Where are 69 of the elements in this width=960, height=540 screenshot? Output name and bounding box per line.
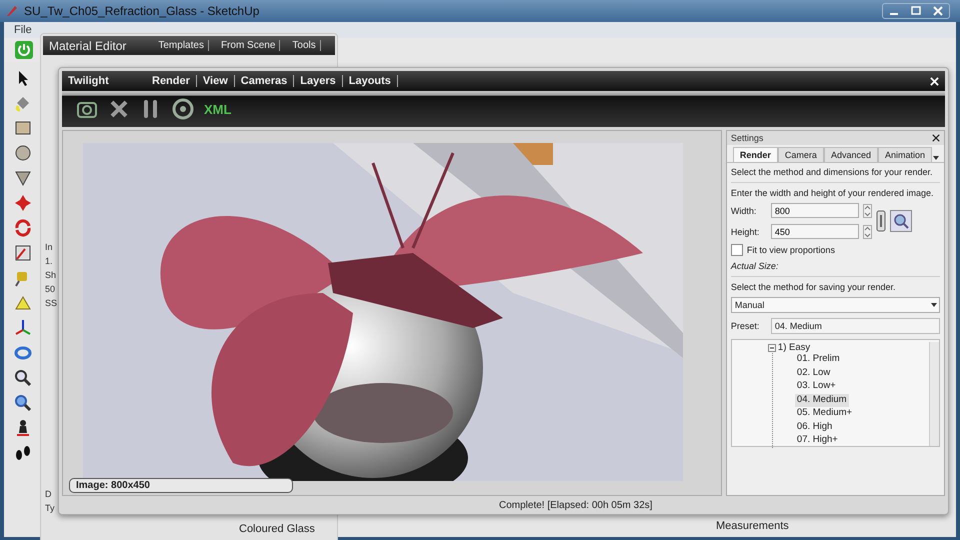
circle-icon[interactable] <box>13 143 33 163</box>
app-logo-icon <box>6 5 18 17</box>
tree-item[interactable]: 07. High+ <box>794 434 840 448</box>
link-icon[interactable] <box>876 210 886 232</box>
window-title: SU_Tw_Ch05_Refraction_Glass - SketchUp <box>24 4 260 18</box>
tree-item[interactable]: 1) Easy <box>778 342 810 353</box>
close-icon[interactable] <box>932 134 940 142</box>
spinner-icon[interactable] <box>862 204 872 218</box>
zoom-window-icon[interactable] <box>13 393 33 413</box>
menu-item[interactable]: Templates <box>154 40 209 51</box>
field-label: Preset: <box>730 321 760 331</box>
panel-title: Settings <box>730 133 764 143</box>
collapse-icon[interactable] <box>768 344 776 352</box>
move-icon[interactable] <box>13 193 33 213</box>
tree-item[interactable]: 04. Medium <box>794 394 849 407</box>
field-label: D <box>45 489 52 501</box>
field-label: Height: <box>730 226 760 236</box>
footprints-icon[interactable] <box>13 443 33 463</box>
instruction-text: Select the method and dimensions for your render. <box>730 167 934 177</box>
tab[interactable]: Advanced <box>824 147 878 162</box>
cancel-icon[interactable] <box>108 98 130 120</box>
zoom-icon[interactable] <box>890 210 912 232</box>
field-label: SS <box>45 298 58 310</box>
render-status: Complete! [Elapsed: 00h 05m 32s] <box>499 500 652 510</box>
number-field[interactable]: 800 <box>770 203 859 218</box>
actual-size-label: Actual Size: <box>730 261 780 271</box>
tree-item[interactable]: 02. Low <box>794 366 832 380</box>
rotate-icon[interactable] <box>13 218 33 238</box>
tab[interactable]: Render <box>732 147 778 162</box>
measurements-label: Measurements <box>716 520 789 532</box>
tree-item[interactable]: 03. Low+ <box>794 380 838 394</box>
power-icon[interactable] <box>14 40 34 60</box>
checkbox-label: Fit to view proportions <box>746 245 835 255</box>
zoom-icon[interactable] <box>13 368 33 388</box>
tab[interactable]: Animation <box>878 147 932 162</box>
field-label: Sh <box>45 270 56 282</box>
scale-icon[interactable] <box>13 243 33 263</box>
field-label: 50 <box>45 284 56 296</box>
tree-item[interactable]: 05. Medium+ <box>794 407 854 420</box>
instruction-text: Enter the width and height of your rendered image. <box>730 188 935 198</box>
material-name: Coloured Glass <box>239 523 315 535</box>
field-label: Ty <box>45 503 55 515</box>
menu-item[interactable]: View <box>196 75 235 87</box>
disc-icon[interactable] <box>172 98 194 120</box>
tree-item[interactable]: 01. Prelim <box>794 353 842 366</box>
menu-item[interactable]: Render <box>146 75 197 87</box>
number-field[interactable]: 450 <box>770 224 859 239</box>
menu-item[interactable]: Layers <box>294 75 343 87</box>
window-title: Material Editor <box>49 38 126 52</box>
scrollbar[interactable] <box>929 342 939 446</box>
image-size-label: Image: 800x450 <box>69 478 293 493</box>
tree-item[interactable]: 06. High <box>794 420 834 434</box>
tab[interactable]: Camera <box>778 147 824 162</box>
menu-item[interactable]: From Scene <box>216 40 280 51</box>
field-label: 1. <box>45 256 53 268</box>
instruction-text: Select the method for saving your render. <box>730 282 896 292</box>
menu-item[interactable]: File <box>14 24 32 36</box>
field-label: Width: <box>730 206 758 216</box>
menu-item[interactable]: Tools <box>288 40 321 51</box>
save-method-dropdown[interactable]: Manual <box>730 297 940 313</box>
menu-item[interactable]: Cameras <box>234 75 294 87</box>
xml-button[interactable]: XML <box>204 102 232 116</box>
spinner-icon[interactable] <box>862 224 872 238</box>
checkbox[interactable] <box>730 244 743 256</box>
preset-field[interactable]: 04. Medium <box>770 318 940 334</box>
window-title: Twilight <box>68 75 110 87</box>
field-label: In <box>45 242 53 254</box>
menu-item[interactable]: Layouts <box>342 75 398 87</box>
dropdown-arrow-icon[interactable] <box>932 154 940 162</box>
